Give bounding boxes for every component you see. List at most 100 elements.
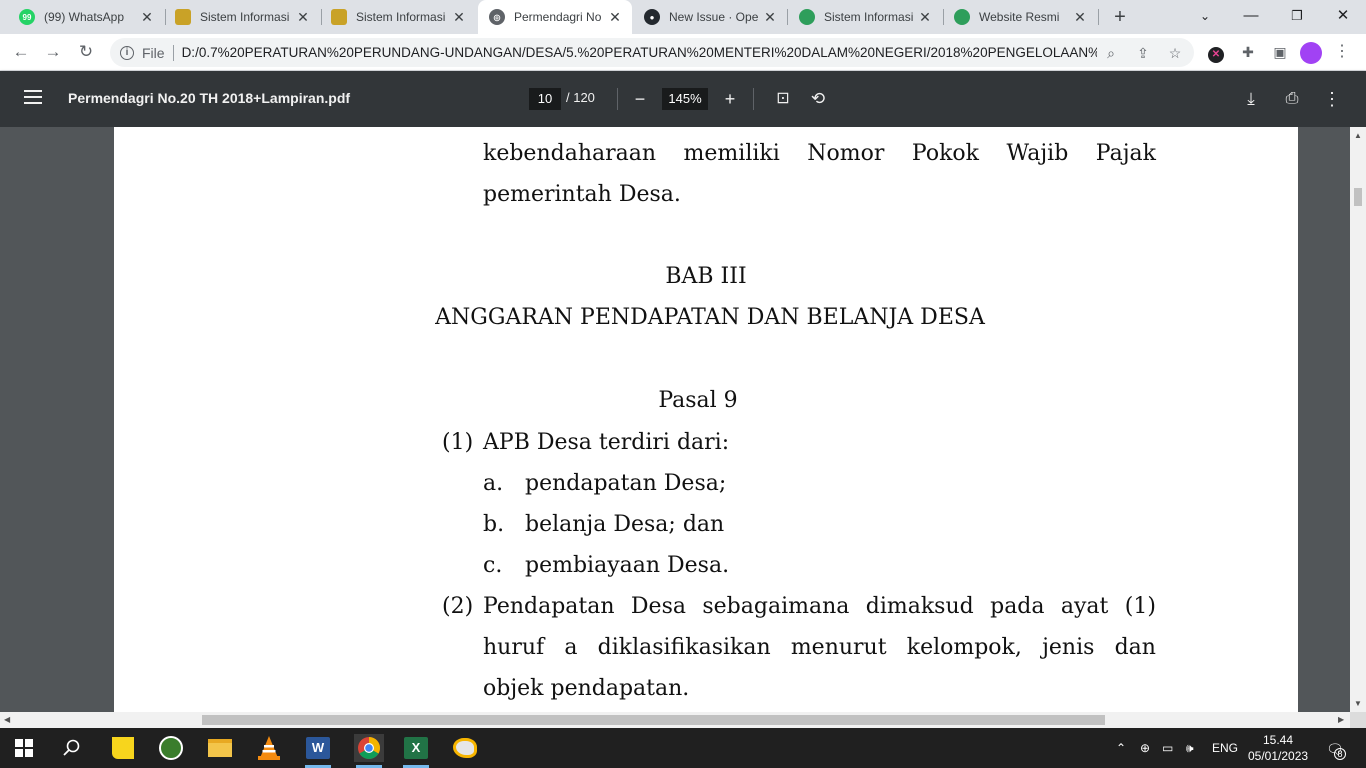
sub-item-text: pembiayaan Desa. bbox=[525, 553, 730, 578]
word: Pajak bbox=[1095, 141, 1156, 166]
close-icon[interactable]: ✕ bbox=[918, 9, 932, 25]
sub-item-letter: b. bbox=[483, 512, 505, 537]
zoom-icon[interactable]: ⌕ bbox=[1102, 44, 1120, 62]
horizontal-scrollbar[interactable]: ◀ ▶ bbox=[0, 712, 1350, 728]
search-icon[interactable] bbox=[58, 734, 86, 762]
sticky-notes-icon[interactable] bbox=[109, 734, 137, 762]
new-tab-button[interactable]: + bbox=[1110, 6, 1130, 28]
tab-title: Website Resmi D bbox=[979, 10, 1059, 24]
print-icon[interactable]: ⎙ bbox=[1280, 87, 1304, 111]
excel-icon[interactable]: X bbox=[402, 734, 430, 762]
tab-title: Sistem Informasi bbox=[200, 10, 290, 24]
fit-page-icon[interactable]: ⊡ bbox=[771, 87, 795, 111]
clock-time: 15.44 bbox=[1262, 733, 1294, 747]
close-icon[interactable]: ✕ bbox=[608, 9, 622, 25]
word: dimaksud bbox=[865, 594, 974, 619]
sub-item-letter: c. bbox=[483, 553, 503, 578]
rotate-icon[interactable]: ⟲ bbox=[806, 87, 830, 111]
item-text: APB Desa terdiri dari: bbox=[483, 430, 730, 455]
article-heading: Pasal 9 bbox=[658, 388, 738, 413]
chrome-icon[interactable] bbox=[354, 734, 384, 762]
forward-button[interactable]: → bbox=[42, 41, 64, 63]
tab-search-button[interactable]: ⌄ bbox=[1190, 4, 1220, 28]
download-icon[interactable]: ⤓ bbox=[1239, 87, 1263, 111]
info-icon[interactable]: i bbox=[120, 45, 134, 60]
shield-logo-icon bbox=[799, 9, 815, 25]
chevron-up-icon[interactable]: ⌃ bbox=[1116, 741, 1126, 755]
app-pen-icon[interactable] bbox=[157, 734, 185, 762]
more-menu-icon[interactable]: ⋮ bbox=[1332, 42, 1352, 62]
word-icon[interactable]: W bbox=[304, 734, 332, 762]
clock[interactable]: 15.44 05/01/2023 bbox=[1248, 732, 1308, 764]
close-icon[interactable]: ✕ bbox=[140, 9, 154, 25]
vlc-icon[interactable] bbox=[255, 734, 283, 762]
zoom-out-button[interactable]: − bbox=[628, 87, 652, 111]
battery-icon[interactable]: ▭ bbox=[1162, 741, 1173, 755]
horizontal-scroll-thumb[interactable] bbox=[202, 715, 1105, 725]
vertical-scroll-thumb[interactable] bbox=[1354, 188, 1362, 206]
tab-whatsapp[interactable]: 99 (99) WhatsApp ✕ bbox=[8, 0, 164, 34]
location-icon[interactable]: ⊕ bbox=[1140, 741, 1150, 755]
pdf-toolbar: Permendagri No.20 TH 2018+Lampiran.pdf 1… bbox=[0, 71, 1366, 127]
close-icon[interactable]: ✕ bbox=[763, 9, 777, 25]
close-icon[interactable]: ✕ bbox=[296, 9, 310, 25]
bookmark-star-icon[interactable]: ☆ bbox=[1166, 44, 1184, 62]
side-panel-icon[interactable]: ▣ bbox=[1270, 42, 1290, 62]
tab-title: (99) WhatsApp bbox=[44, 10, 125, 24]
tab-new-issue[interactable]: ● New Issue · Open ✕ bbox=[633, 0, 787, 34]
share-icon[interactable]: ⇪ bbox=[1134, 44, 1152, 62]
paragraph-line-2: pemerintah Desa. bbox=[483, 182, 681, 207]
address-bar[interactable]: i File D:/0.7%20PERATURAN%20PERUNDANG-UN… bbox=[110, 38, 1194, 67]
tab-website-resmi[interactable]: Website Resmi D ✕ bbox=[943, 0, 1097, 34]
more-options-icon[interactable]: ⋮ bbox=[1320, 87, 1344, 111]
word: kebendaharaan bbox=[483, 141, 657, 166]
close-icon[interactable]: ✕ bbox=[1073, 9, 1087, 25]
word: a bbox=[564, 635, 578, 660]
pdf-page: kebendaharaan memiliki Nomor Pokok Wajib Paja… bbox=[114, 127, 1298, 712]
word: Pokok bbox=[911, 141, 979, 166]
clock-date: 05/01/2023 bbox=[1248, 749, 1309, 763]
tab-title: Permendagri No. bbox=[514, 10, 602, 24]
close-window-button[interactable]: ✕ bbox=[1328, 4, 1358, 28]
menu-icon[interactable] bbox=[24, 90, 42, 104]
word: sebagaimana bbox=[702, 594, 850, 619]
word: huruf bbox=[483, 635, 545, 660]
sub-item-text: belanja Desa; dan bbox=[525, 512, 725, 537]
paint-icon[interactable] bbox=[451, 734, 479, 762]
extension-x-icon[interactable]: ✕ bbox=[1206, 42, 1226, 63]
url-text[interactable]: D:/0.7%20PERATURAN%20PERUNDANG-UNDANGAN/… bbox=[182, 45, 1097, 60]
paragraph-line-1: kebendaharaan memiliki Nomor Pokok Wajib Paja… bbox=[483, 141, 1156, 166]
extensions-puzzle-icon[interactable]: ✚ bbox=[1238, 42, 1258, 62]
minimize-button[interactable]: — bbox=[1236, 4, 1266, 28]
tab-sistem-informasi-1[interactable]: Sistem Informasi ✕ bbox=[164, 0, 320, 34]
close-icon[interactable]: ✕ bbox=[452, 9, 466, 25]
profile-avatar[interactable] bbox=[1300, 42, 1322, 64]
pdf-title: Permendagri No.20 TH 2018+Lampiran.pdf bbox=[68, 90, 351, 106]
tab-sistem-informasi-3[interactable]: Sistem Informasi ✕ bbox=[788, 0, 942, 34]
page-number-input[interactable]: 10 bbox=[529, 88, 561, 110]
tab-sistem-informasi-2[interactable]: Sistem Informasi ✕ bbox=[320, 0, 476, 34]
word: ayat bbox=[1060, 594, 1109, 619]
restore-button[interactable]: ❐ bbox=[1282, 4, 1312, 28]
reload-button[interactable]: ↻ bbox=[75, 41, 97, 63]
pdf-viewer[interactable]: kebendaharaan memiliki Nomor Pokok Wajib Paja… bbox=[0, 127, 1350, 712]
notification-badge: 8 bbox=[1334, 748, 1346, 760]
sub-item-text: pendapatan Desa; bbox=[525, 471, 727, 496]
zoom-in-button[interactable]: + bbox=[718, 87, 742, 111]
vertical-scrollbar[interactable]: ▲ ▼ bbox=[1350, 127, 1366, 712]
shield-logo-icon bbox=[954, 9, 970, 25]
globe-icon: ◎ bbox=[489, 9, 505, 25]
volume-icon[interactable]: 🕪 bbox=[1186, 741, 1194, 756]
github-icon: ● bbox=[644, 9, 660, 25]
file-explorer-icon[interactable] bbox=[206, 734, 234, 762]
tab-permendagri[interactable]: ◎ Permendagri No. ✕ bbox=[478, 0, 632, 34]
language-indicator[interactable]: ENG bbox=[1212, 741, 1238, 755]
word: memiliki bbox=[683, 141, 780, 166]
back-button[interactable]: ← bbox=[10, 41, 32, 63]
tab-title: New Issue · Open bbox=[669, 10, 759, 24]
tab-strip: 99 (99) WhatsApp ✕ Sistem Informasi ✕ Si… bbox=[0, 0, 1366, 34]
tab-title: Sistem Informasi bbox=[356, 10, 446, 24]
zoom-level-input[interactable]: 145% bbox=[662, 88, 708, 110]
windows-start-icon[interactable] bbox=[10, 734, 38, 762]
word: menurut bbox=[790, 635, 887, 660]
